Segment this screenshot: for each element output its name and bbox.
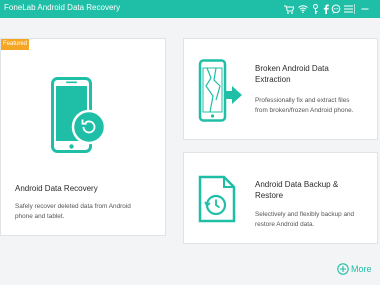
android-data-recovery-card[interactable]: Featured Android Data Recovery Safely re… — [0, 38, 166, 236]
backup-title-line2: Restore — [255, 191, 284, 200]
title-bar: FoneLab Android Data Recovery — [0, 0, 380, 18]
minimize-icon[interactable] — [358, 1, 372, 17]
featured-badge: Featured — [1, 39, 29, 50]
broken-desc-line1: Professionally fix and extract files — [255, 97, 350, 104]
recovery-title: Android Data Recovery — [15, 184, 98, 193]
broken-title-line2: Extraction — [255, 75, 291, 84]
phone-recovery-icon — [51, 77, 107, 153]
chat-icon[interactable] — [330, 1, 342, 17]
android-backup-restore-card[interactable]: Android Data Backup & Restore Selectivel… — [183, 152, 378, 244]
titlebar-divider — [354, 4, 355, 14]
broken-android-extraction-card[interactable]: Broken Android Data Extraction Professio… — [183, 38, 378, 140]
window-title: FoneLab Android Data Recovery — [4, 3, 121, 12]
recovery-desc-line2: phone and tablet. — [15, 212, 65, 220]
broken-title-line1: Broken Android Data — [255, 64, 329, 73]
more-button[interactable]: More — [337, 263, 372, 275]
wifi-icon[interactable] — [296, 1, 310, 17]
backup-desc-line2: restore Android data. — [255, 220, 315, 228]
broken-phone-icon — [198, 59, 242, 122]
recovery-desc-line1: Safely recover deleted data from Android — [15, 203, 131, 210]
backup-title-line1: Android Data Backup & — [255, 180, 339, 189]
plus-circle-icon — [337, 263, 349, 275]
menu-icon[interactable] — [342, 1, 354, 17]
backup-desc-line1: Selectively and flexibly backup and — [255, 211, 355, 218]
more-label: More — [351, 264, 372, 274]
broken-desc-line2: from broken/frozen Android phone. — [255, 106, 354, 114]
backup-restore-icon — [198, 175, 236, 223]
cart-icon[interactable] — [282, 1, 296, 17]
